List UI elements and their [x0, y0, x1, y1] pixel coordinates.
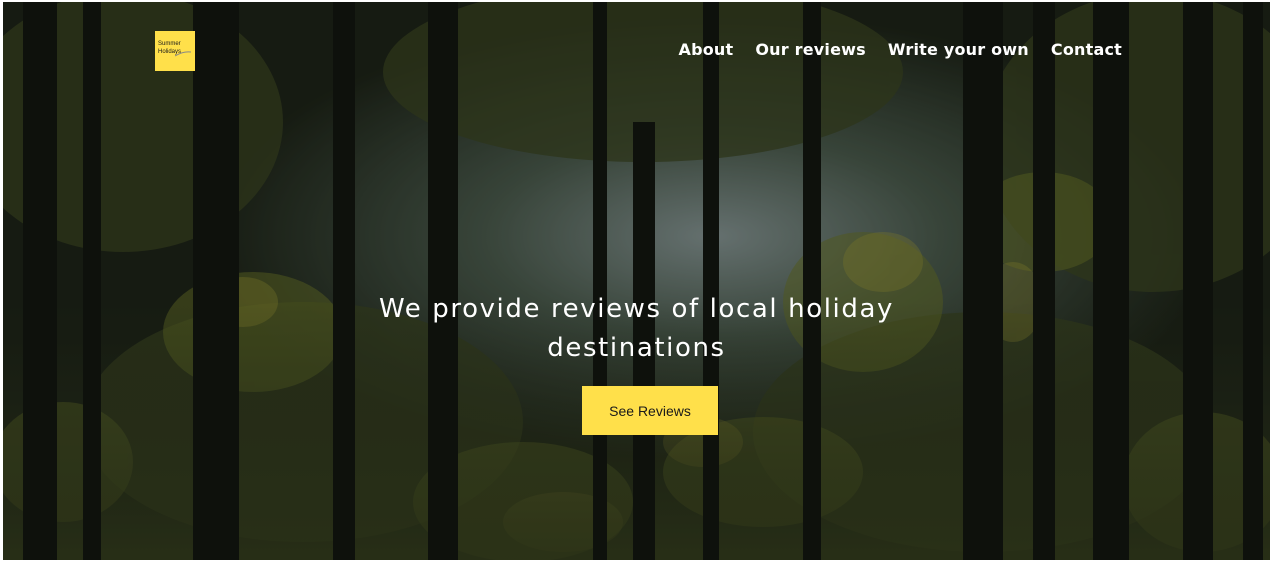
airplane-swoosh-icon [175, 51, 191, 57]
nav-item-our-reviews[interactable]: Our reviews [755, 40, 865, 59]
see-reviews-button[interactable]: See Reviews [582, 386, 718, 435]
site-logo[interactable]: Summer Holidays [155, 31, 195, 71]
main-nav: About Our reviews Write your own Contact [656, 40, 1122, 59]
hero-headline-line-1: We provide reviews of local holiday [379, 294, 894, 324]
nav-item-contact[interactable]: Contact [1051, 40, 1122, 59]
hero-section: Summer Holidays About Our reviews Write … [3, 2, 1270, 560]
nav-item-write-your-own[interactable]: Write your own [888, 40, 1029, 59]
forest-background-image [3, 2, 1270, 560]
hero-headline-line-2: destinations [547, 333, 726, 363]
nav-item-about[interactable]: About [678, 40, 733, 59]
logo-line-1: Summer [158, 41, 181, 47]
hero-headline: We provide reviews of local holiday dest… [3, 290, 1270, 368]
